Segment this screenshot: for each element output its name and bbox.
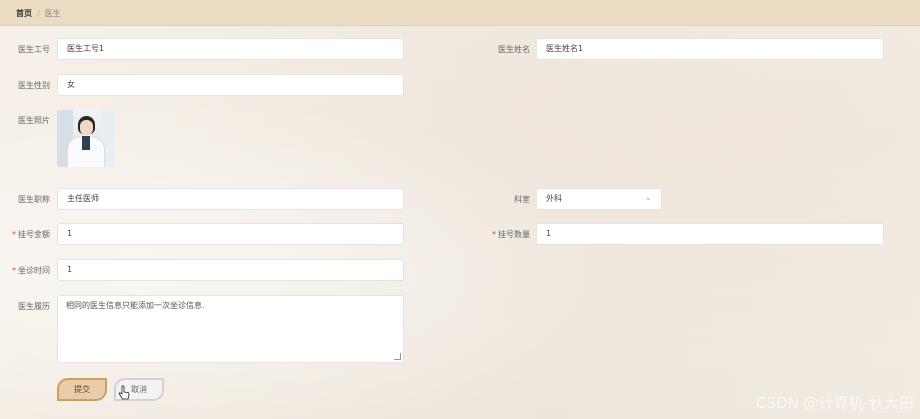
doctor-photo[interactable] — [57, 110, 115, 167]
breadcrumb-bar: 首页 / 医生 — [0, 0, 920, 26]
fee-label: * 挂号金额 — [12, 230, 50, 239]
doctor-name-label: 医生姓名 — [498, 45, 530, 54]
breadcrumb-home[interactable]: 首页 — [16, 9, 32, 18]
quota-label: * 挂号数量 — [492, 230, 530, 239]
title-input[interactable]: 主任医师 — [57, 188, 404, 210]
breadcrumb-separator: / — [37, 9, 40, 18]
resume-textarea[interactable]: 相同的医生信息只能添加一次坐诊信息. — [57, 295, 404, 363]
title-label: 医生职称 — [18, 195, 50, 204]
mouse-cursor-icon — [118, 385, 130, 400]
department-select[interactable]: 外科 ⌄ — [536, 188, 662, 210]
resize-handle-icon[interactable] — [394, 353, 401, 360]
clinic-time-label: * 坐诊时间 — [12, 266, 50, 275]
resume-text: 相同的医生信息只能添加一次坐诊信息. — [66, 301, 205, 310]
resume-label: 医生履历 — [18, 302, 50, 311]
required-marker: * — [12, 266, 16, 275]
fee-input[interactable]: 1 — [57, 223, 404, 245]
photo-label: 医生照片 — [18, 116, 50, 125]
doctor-id-input[interactable]: 医生工号1 — [57, 38, 404, 60]
department-label: 科室 — [514, 195, 530, 204]
clinic-time-input[interactable]: 1 — [57, 259, 404, 281]
breadcrumb: 首页 / 医生 — [16, 8, 61, 19]
quota-input[interactable]: 1 — [536, 223, 884, 245]
breadcrumb-current: 医生 — [44, 9, 61, 18]
department-select-value: 外科 — [546, 194, 562, 203]
required-marker: * — [12, 230, 16, 239]
chevron-down-icon: ⌄ — [645, 193, 652, 202]
gender-input[interactable]: 女 — [57, 74, 404, 96]
doctor-id-label: 医生工号 — [18, 45, 50, 54]
watermark: CSDN @计算机-秋大田 — [756, 394, 914, 412]
submit-button[interactable]: 提交 — [57, 378, 107, 401]
required-marker: * — [492, 230, 496, 239]
doctor-name-input[interactable]: 医生姓名1 — [536, 38, 884, 60]
gender-label: 医生性别 — [18, 81, 50, 90]
